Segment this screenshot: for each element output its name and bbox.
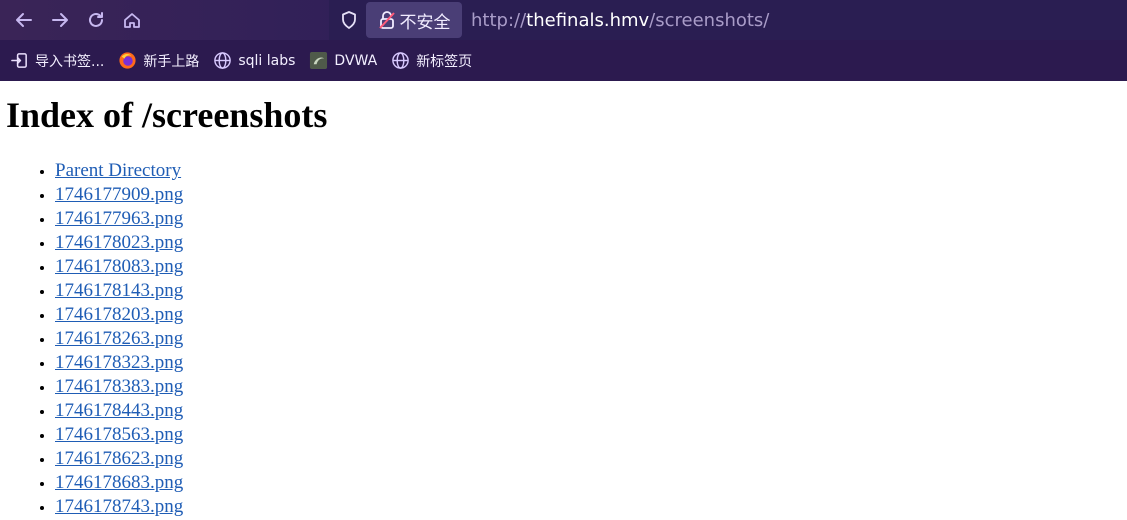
file-link[interactable]: 1746178083.png xyxy=(55,256,183,277)
bookmark-getting-started[interactable]: 新手上路 xyxy=(118,51,199,71)
page-content: Index of /screenshots Parent Directory 1… xyxy=(0,93,1127,519)
back-button[interactable] xyxy=(6,2,42,38)
arrow-right-icon xyxy=(52,13,68,27)
list-item: 1746178683.png xyxy=(55,471,1127,495)
import-icon xyxy=(10,51,29,70)
file-link[interactable]: 1746178443.png xyxy=(55,400,183,421)
forward-button[interactable] xyxy=(42,2,78,38)
url-scheme: http:// xyxy=(471,9,527,31)
globe-icon xyxy=(213,51,232,70)
bookmark-label: sqli labs xyxy=(238,52,296,69)
globe-icon xyxy=(391,51,410,70)
page-title: Index of /screenshots xyxy=(6,95,328,135)
list-item: 1746178023.png xyxy=(55,231,1127,255)
list-item: 1746178383.png xyxy=(55,375,1127,399)
url-bar[interactable]: 不安全 http://thefinals.hmv/screenshots/ xyxy=(329,0,1127,40)
file-link[interactable]: 1746178623.png xyxy=(55,448,183,469)
list-item: 1746178743.png xyxy=(55,495,1127,519)
browser-toolbar: 不安全 http://thefinals.hmv/screenshots/ xyxy=(0,0,1127,40)
security-label: 不安全 xyxy=(399,12,451,33)
file-link[interactable]: 1746178563.png xyxy=(55,424,183,445)
firefox-icon xyxy=(118,51,137,70)
file-link[interactable]: 1746178683.png xyxy=(55,472,183,493)
file-list: Parent Directory 1746177909.png 17461779… xyxy=(6,159,1127,519)
bookmark-import[interactable]: 导入书签... xyxy=(10,51,104,71)
file-link[interactable]: 1746178203.png xyxy=(55,304,183,325)
list-item: 1746178443.png xyxy=(55,399,1127,423)
file-link[interactable]: 1746178263.png xyxy=(55,328,183,349)
file-link[interactable]: 1746178143.png xyxy=(55,280,183,301)
bookmark-new-tab[interactable]: 新标签页 xyxy=(391,51,472,71)
list-item: 1746177909.png xyxy=(55,183,1127,207)
shield-icon xyxy=(342,11,356,29)
site-security-button[interactable]: 不安全 xyxy=(366,2,462,38)
file-link[interactable]: 1746178743.png xyxy=(55,496,183,517)
bookmark-label: 新标签页 xyxy=(416,53,473,70)
bookmark-label: 导入书签... xyxy=(35,53,105,70)
bookmark-label: 新手上路 xyxy=(143,53,200,70)
reload-icon xyxy=(89,12,103,27)
file-link[interactable]: 1746178323.png xyxy=(55,352,183,373)
list-item: 1746178203.png xyxy=(55,303,1127,327)
bookmark-dvwa[interactable]: DVWA xyxy=(309,51,377,70)
list-item: 1746178323.png xyxy=(55,351,1127,375)
parent-directory-link[interactable]: Parent Directory xyxy=(55,160,181,181)
file-link[interactable]: 1746178023.png xyxy=(55,232,183,253)
file-link[interactable]: 1746177963.png xyxy=(55,208,183,229)
tracking-protection-button[interactable] xyxy=(334,5,364,35)
reload-button[interactable] xyxy=(78,2,114,38)
url-text[interactable]: http://thefinals.hmv/screenshots/ xyxy=(471,10,769,31)
dvwa-icon xyxy=(309,51,328,70)
bookmark-sqli-labs[interactable]: sqli labs xyxy=(213,51,295,70)
arrow-left-icon xyxy=(16,13,32,27)
list-item: 1746178263.png xyxy=(55,327,1127,351)
list-item: 1746178083.png xyxy=(55,255,1127,279)
list-item: 1746178623.png xyxy=(55,447,1127,471)
list-item: 1746177963.png xyxy=(55,207,1127,231)
list-item: 1746178563.png xyxy=(55,423,1127,447)
list-item: 1746178143.png xyxy=(55,279,1127,303)
insecure-lock-icon xyxy=(378,11,395,29)
file-link[interactable]: 1746177909.png xyxy=(55,184,183,205)
home-icon xyxy=(124,13,140,28)
list-item: Parent Directory xyxy=(55,159,1127,183)
bookmarks-toolbar: 导入书签... 新手上路 sqli labs DVWA 新标签页 xyxy=(0,40,1127,81)
url-path: /screenshots/ xyxy=(649,9,770,31)
url-host: thefinals.hmv xyxy=(526,9,650,31)
file-link[interactable]: 1746178383.png xyxy=(55,376,183,397)
bookmark-label: DVWA xyxy=(334,52,378,69)
home-button[interactable] xyxy=(114,2,150,38)
